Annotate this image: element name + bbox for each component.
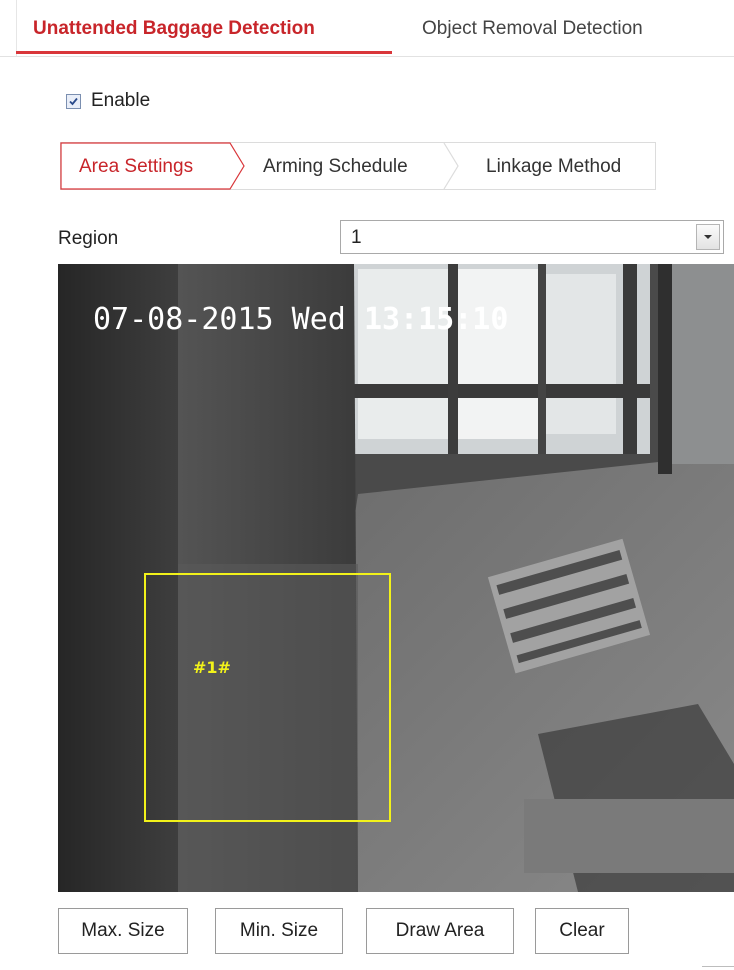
region-tag-label: #1#: [193, 658, 231, 677]
draw-area-button[interactable]: Draw Area: [366, 908, 514, 954]
chevron-down-icon[interactable]: [696, 224, 720, 250]
max-size-button[interactable]: Max. Size: [58, 908, 188, 954]
clear-button[interactable]: Clear: [535, 908, 629, 954]
live-video-preview[interactable]: 07-08-2015 Wed 13:15:10 #1#: [58, 264, 734, 892]
subtab-area-settings[interactable]: Area Settings: [79, 156, 193, 178]
tab-object-removal-detection[interactable]: Object Removal Detection: [422, 18, 643, 40]
region-label: Region: [58, 228, 119, 249]
detection-tabs: Unattended Baggage Detection Object Remo…: [0, 0, 734, 57]
timestamp-time: 13:15:10: [363, 302, 509, 337]
detection-region-box[interactable]: [144, 573, 391, 822]
video-timestamp: 07-08-2015 Wed 13:15:10: [93, 302, 508, 337]
tab-divider: [16, 0, 17, 56]
checkmark-icon: [69, 97, 78, 105]
min-size-button[interactable]: Min. Size: [215, 908, 343, 954]
privacy-mask: [524, 799, 734, 873]
region-selected-value: 1: [351, 227, 362, 248]
timestamp-date: 07-08-2015 Wed: [93, 302, 364, 337]
subtab-linkage-method[interactable]: Linkage Method: [486, 156, 621, 178]
region-select[interactable]: 1: [340, 220, 724, 254]
active-tab-underline: [16, 51, 392, 54]
enable-label: Enable: [91, 90, 151, 111]
settings-subtabs: Area Settings Arming Schedule Linkage Me…: [60, 142, 656, 190]
bottom-divider: [702, 966, 734, 967]
tab-unattended-baggage-detection[interactable]: Unattended Baggage Detection: [33, 18, 315, 40]
enable-row: Enable: [66, 90, 150, 112]
enable-checkbox[interactable]: [66, 93, 81, 109]
subtab-arming-schedule[interactable]: Arming Schedule: [263, 156, 408, 178]
